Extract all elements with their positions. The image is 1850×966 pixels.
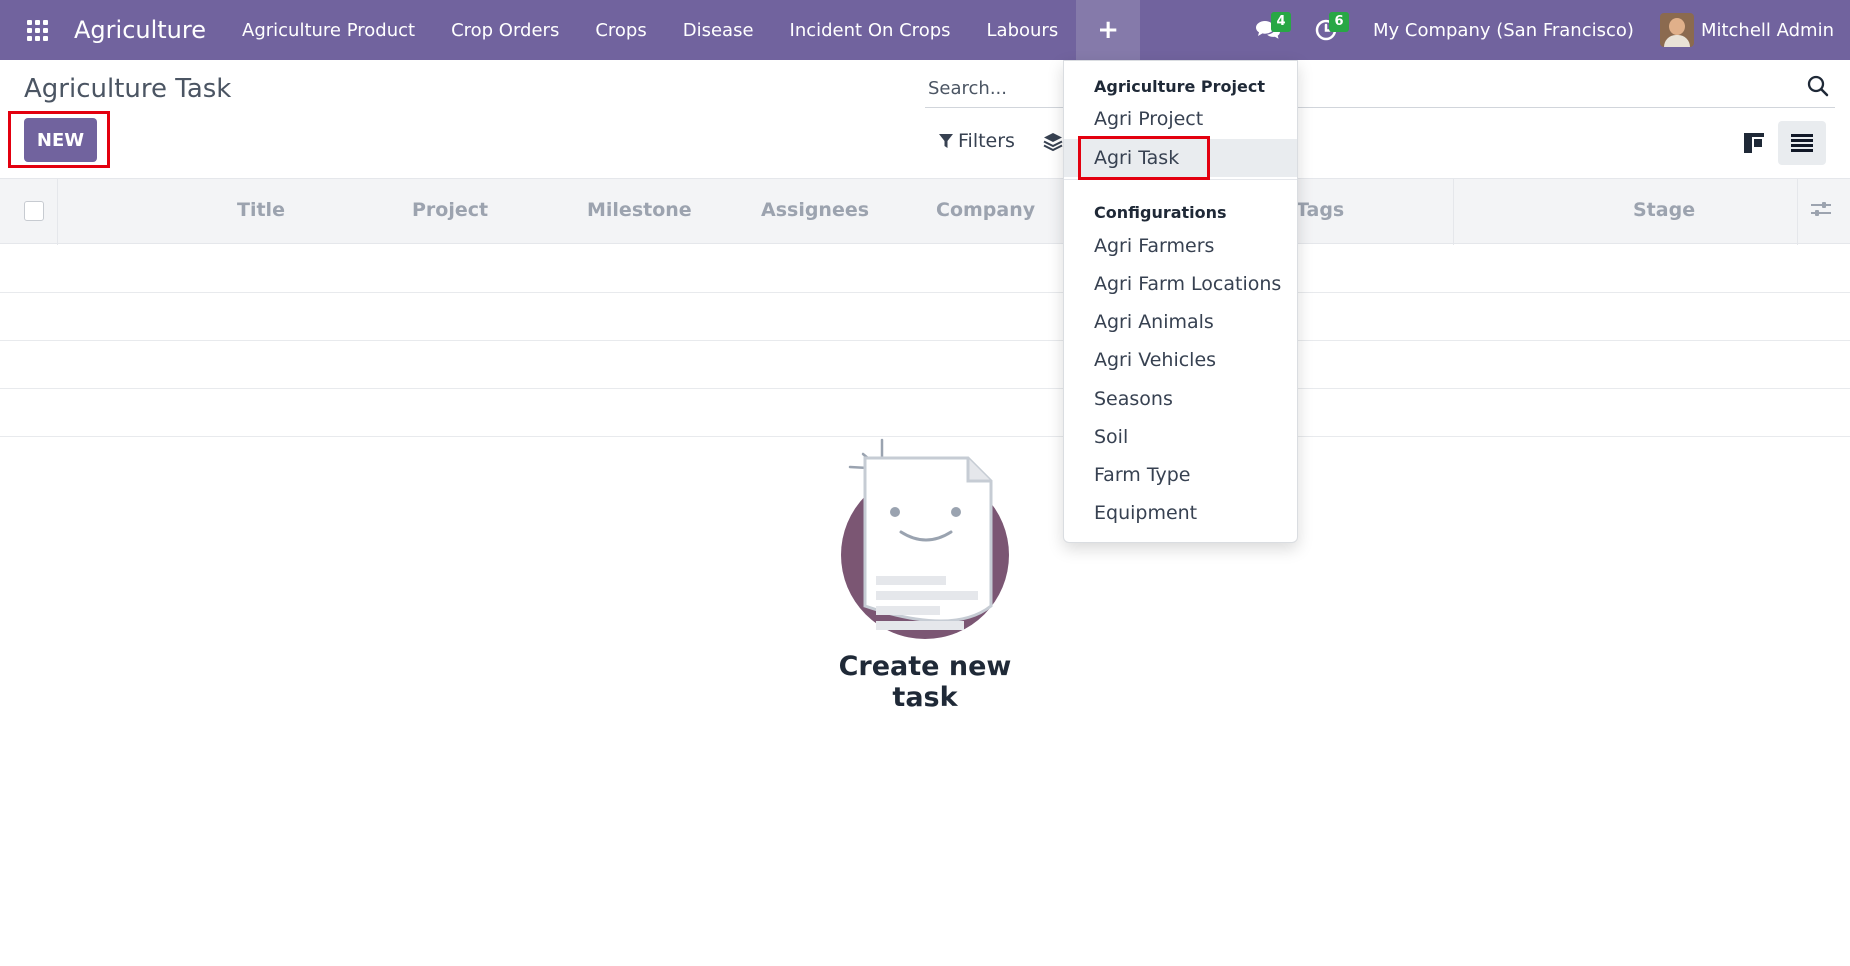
user-avatar: [1659, 13, 1694, 47]
top-navbar: Agriculture Agriculture Product Crop Ord…: [0, 0, 1850, 60]
list-header: Title Project Milestone Assignees Compan…: [0, 178, 1850, 245]
empty-row-divider: [0, 292, 1850, 293]
menu-item-agri-vehicles[interactable]: Agri Vehicles: [1064, 341, 1297, 379]
menu-item-agri-project[interactable]: Agri Project: [1064, 100, 1297, 138]
filters-label: Filters: [958, 130, 1015, 152]
navbar-systray: 4 6 My Company (San Francisco) Mitchell …: [1239, 0, 1850, 60]
messages-button[interactable]: 4: [1239, 0, 1297, 60]
column-title[interactable]: Title: [237, 199, 285, 221]
kanban-view-button[interactable]: [1732, 121, 1776, 165]
dropdown-section-agriculture-project: Agriculture Project: [1094, 77, 1265, 96]
column-milestone[interactable]: Milestone: [587, 199, 692, 221]
user-menu[interactable]: Mitchell Admin: [1652, 13, 1850, 47]
empty-row-divider: [0, 340, 1850, 341]
optional-columns-icon[interactable]: [1810, 198, 1832, 220]
nav-crop-orders[interactable]: Crop Orders: [433, 0, 577, 60]
menu-item-agri-farm-locations[interactable]: Agri Farm Locations: [1064, 265, 1297, 303]
company-switcher[interactable]: My Company (San Francisco): [1355, 20, 1652, 41]
column-assignees[interactable]: Assignees: [761, 199, 869, 221]
menu-item-agri-animals[interactable]: Agri Animals: [1064, 303, 1297, 341]
column-stage[interactable]: Stage: [1633, 199, 1695, 221]
search-icon[interactable]: [1806, 74, 1830, 98]
dropdown-section-configurations: Configurations: [1094, 203, 1227, 222]
page-title: Agriculture Task: [24, 74, 232, 104]
activities-badge: 6: [1328, 12, 1349, 32]
activities-button[interactable]: 6: [1297, 0, 1355, 60]
menu-item-seasons[interactable]: Seasons: [1064, 380, 1297, 418]
select-all-checkbox[interactable]: [24, 201, 44, 221]
list-view-button[interactable]: [1778, 121, 1826, 165]
menu-item-soil[interactable]: Soil: [1064, 418, 1297, 456]
highlight-frame-agri-task: [1078, 136, 1210, 180]
empty-task-illustration: [841, 438, 1009, 639]
filter-icon: [939, 133, 953, 148]
column-company[interactable]: Company: [936, 199, 1035, 221]
user-name: Mitchell Admin: [1700, 19, 1834, 41]
empty-row-divider: [0, 388, 1850, 389]
nav-crops[interactable]: Crops: [577, 0, 664, 60]
more-menu-dropdown: Agriculture Project Agri Project Agri Ta…: [1063, 60, 1298, 543]
menu-item-agri-farmers[interactable]: Agri Farmers: [1064, 227, 1297, 265]
app-brand[interactable]: Agriculture: [74, 16, 206, 44]
menu-item-equipment[interactable]: Equipment: [1064, 494, 1297, 532]
nav-labours[interactable]: Labours: [969, 0, 1077, 60]
nav-more-menu-button[interactable]: +: [1076, 0, 1141, 60]
column-project[interactable]: Project: [412, 199, 488, 221]
kanban-icon: [1744, 133, 1764, 153]
messages-badge: 4: [1270, 12, 1291, 32]
new-button[interactable]: NEW: [24, 118, 97, 162]
filters-button[interactable]: Filters: [938, 130, 1015, 152]
nav-agriculture-product[interactable]: Agriculture Product: [224, 0, 433, 60]
menu-item-farm-type[interactable]: Farm Type: [1064, 456, 1297, 494]
empty-state-title: Create new task: [838, 651, 1012, 713]
nav-disease[interactable]: Disease: [665, 0, 772, 60]
empty-row-divider: [0, 436, 1850, 437]
apps-menu-icon[interactable]: [0, 0, 74, 60]
nav-incident-on-crops[interactable]: Incident On Crops: [772, 0, 969, 60]
layers-icon[interactable]: [1043, 132, 1063, 152]
column-tags[interactable]: Tags: [1296, 199, 1344, 221]
search-input[interactable]: [925, 70, 1835, 108]
list-icon: [1791, 134, 1813, 152]
